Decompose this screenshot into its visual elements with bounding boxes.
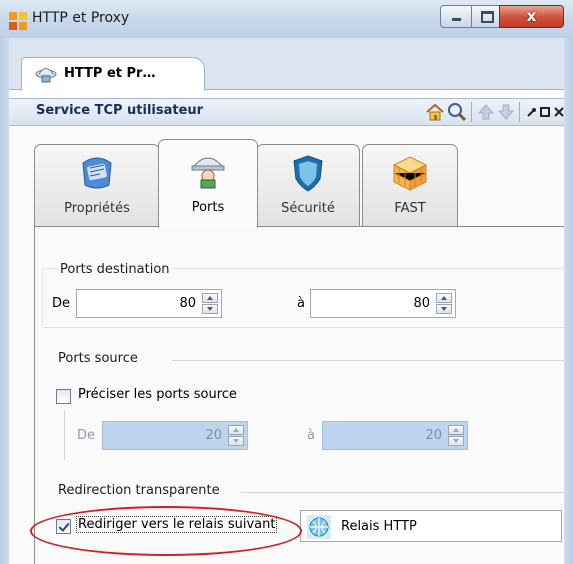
dest-from-label: De (52, 296, 71, 311)
document-tab-label: HTTP et Pr… (64, 66, 156, 81)
relay-globe-icon (307, 515, 331, 539)
maximize-button[interactable] (471, 5, 502, 28)
spin-up-button[interactable] (202, 293, 218, 303)
tab-proprietes[interactable]: Propriétés (34, 144, 160, 226)
group-title-ports-source: Ports source (58, 351, 138, 366)
window-controls: x (440, 5, 564, 28)
spin-down-button[interactable] (436, 304, 452, 314)
spinner-buttons (202, 293, 218, 314)
dest-port-from-stepper[interactable]: 80 (76, 289, 222, 318)
panel-toolbar (425, 102, 565, 124)
source-port-to-value: 20 (425, 428, 442, 443)
spinner-buttons (228, 425, 244, 446)
dest-port-to-value: 80 (413, 296, 430, 311)
close-icon: x (526, 7, 537, 25)
close-icon[interactable] (553, 102, 565, 122)
shield-icon (293, 155, 323, 192)
source-port-to-stepper[interactable]: 20 (322, 421, 468, 450)
group-divider (172, 360, 564, 361)
app-icon (9, 12, 27, 30)
toolbar-separator (471, 102, 472, 122)
properties-icon (82, 157, 112, 189)
tab-label: FAST (394, 201, 426, 216)
group-title-ports-destination: Ports destination (58, 262, 172, 277)
spin-down-button[interactable] (448, 436, 464, 446)
ports-icon (191, 157, 225, 189)
tab-label: Sécurité (281, 201, 335, 216)
tab-securite[interactable]: Sécurité (256, 144, 360, 226)
network-service-icon (35, 68, 57, 83)
spin-down-button[interactable] (202, 304, 218, 314)
window-frame-right (564, 38, 573, 564)
panel-title: Service TCP utilisateur (36, 103, 204, 118)
maximize-icon[interactable] (539, 102, 551, 122)
dest-to-label: à (297, 296, 305, 311)
tab-fast[interactable]: FAST (362, 144, 458, 226)
tab-ports[interactable]: Ports (158, 139, 258, 228)
preciser-ports-source-label: Préciser les ports source (78, 387, 237, 402)
source-from-label: De (77, 428, 96, 443)
tab-label: Propriétés (64, 201, 130, 216)
spin-down-button[interactable] (228, 436, 244, 446)
spinner-buttons (448, 425, 464, 446)
tab-panel-border (34, 226, 35, 564)
group-divider (241, 492, 564, 493)
relay-value: Relais HTTP (341, 519, 417, 534)
toolbar-separator (519, 102, 520, 122)
arrow-down-icon[interactable] (497, 102, 515, 122)
highlight-annotation-ellipse (30, 506, 302, 556)
arrow-up-icon[interactable] (477, 102, 495, 122)
dest-port-from-value: 80 (179, 296, 196, 311)
spinner-buttons (436, 293, 452, 314)
pin-icon[interactable] (525, 102, 537, 122)
source-port-from-value: 20 (205, 428, 222, 443)
spin-up-button[interactable] (228, 425, 244, 435)
tab-label: Ports (191, 200, 225, 215)
window-titlebar[interactable]: HTTP et Proxy x (0, 0, 573, 38)
source-to-label: à (307, 428, 315, 443)
dest-port-to-stepper[interactable]: 80 (310, 289, 456, 318)
window-title: HTTP et Proxy (32, 10, 130, 26)
home-icon[interactable] (425, 102, 445, 122)
preciser-ports-source-checkbox[interactable] (56, 389, 71, 404)
group-title-redirection: Redirection transparente (58, 483, 220, 498)
group-indent-line (64, 410, 65, 460)
window-frame-left (0, 38, 9, 564)
spin-up-button[interactable] (436, 293, 452, 303)
fast-cube-icon (392, 156, 428, 191)
close-window-button[interactable]: x (499, 5, 564, 28)
relay-selector[interactable]: Relais HTTP (300, 510, 562, 542)
spin-up-button[interactable] (448, 425, 464, 435)
source-port-from-stepper[interactable]: 20 (102, 421, 248, 450)
tab-panel-border (34, 226, 564, 227)
search-icon[interactable] (447, 102, 467, 122)
document-tab[interactable]: HTTP et Pr… (21, 57, 205, 91)
minimize-button[interactable] (440, 5, 474, 28)
